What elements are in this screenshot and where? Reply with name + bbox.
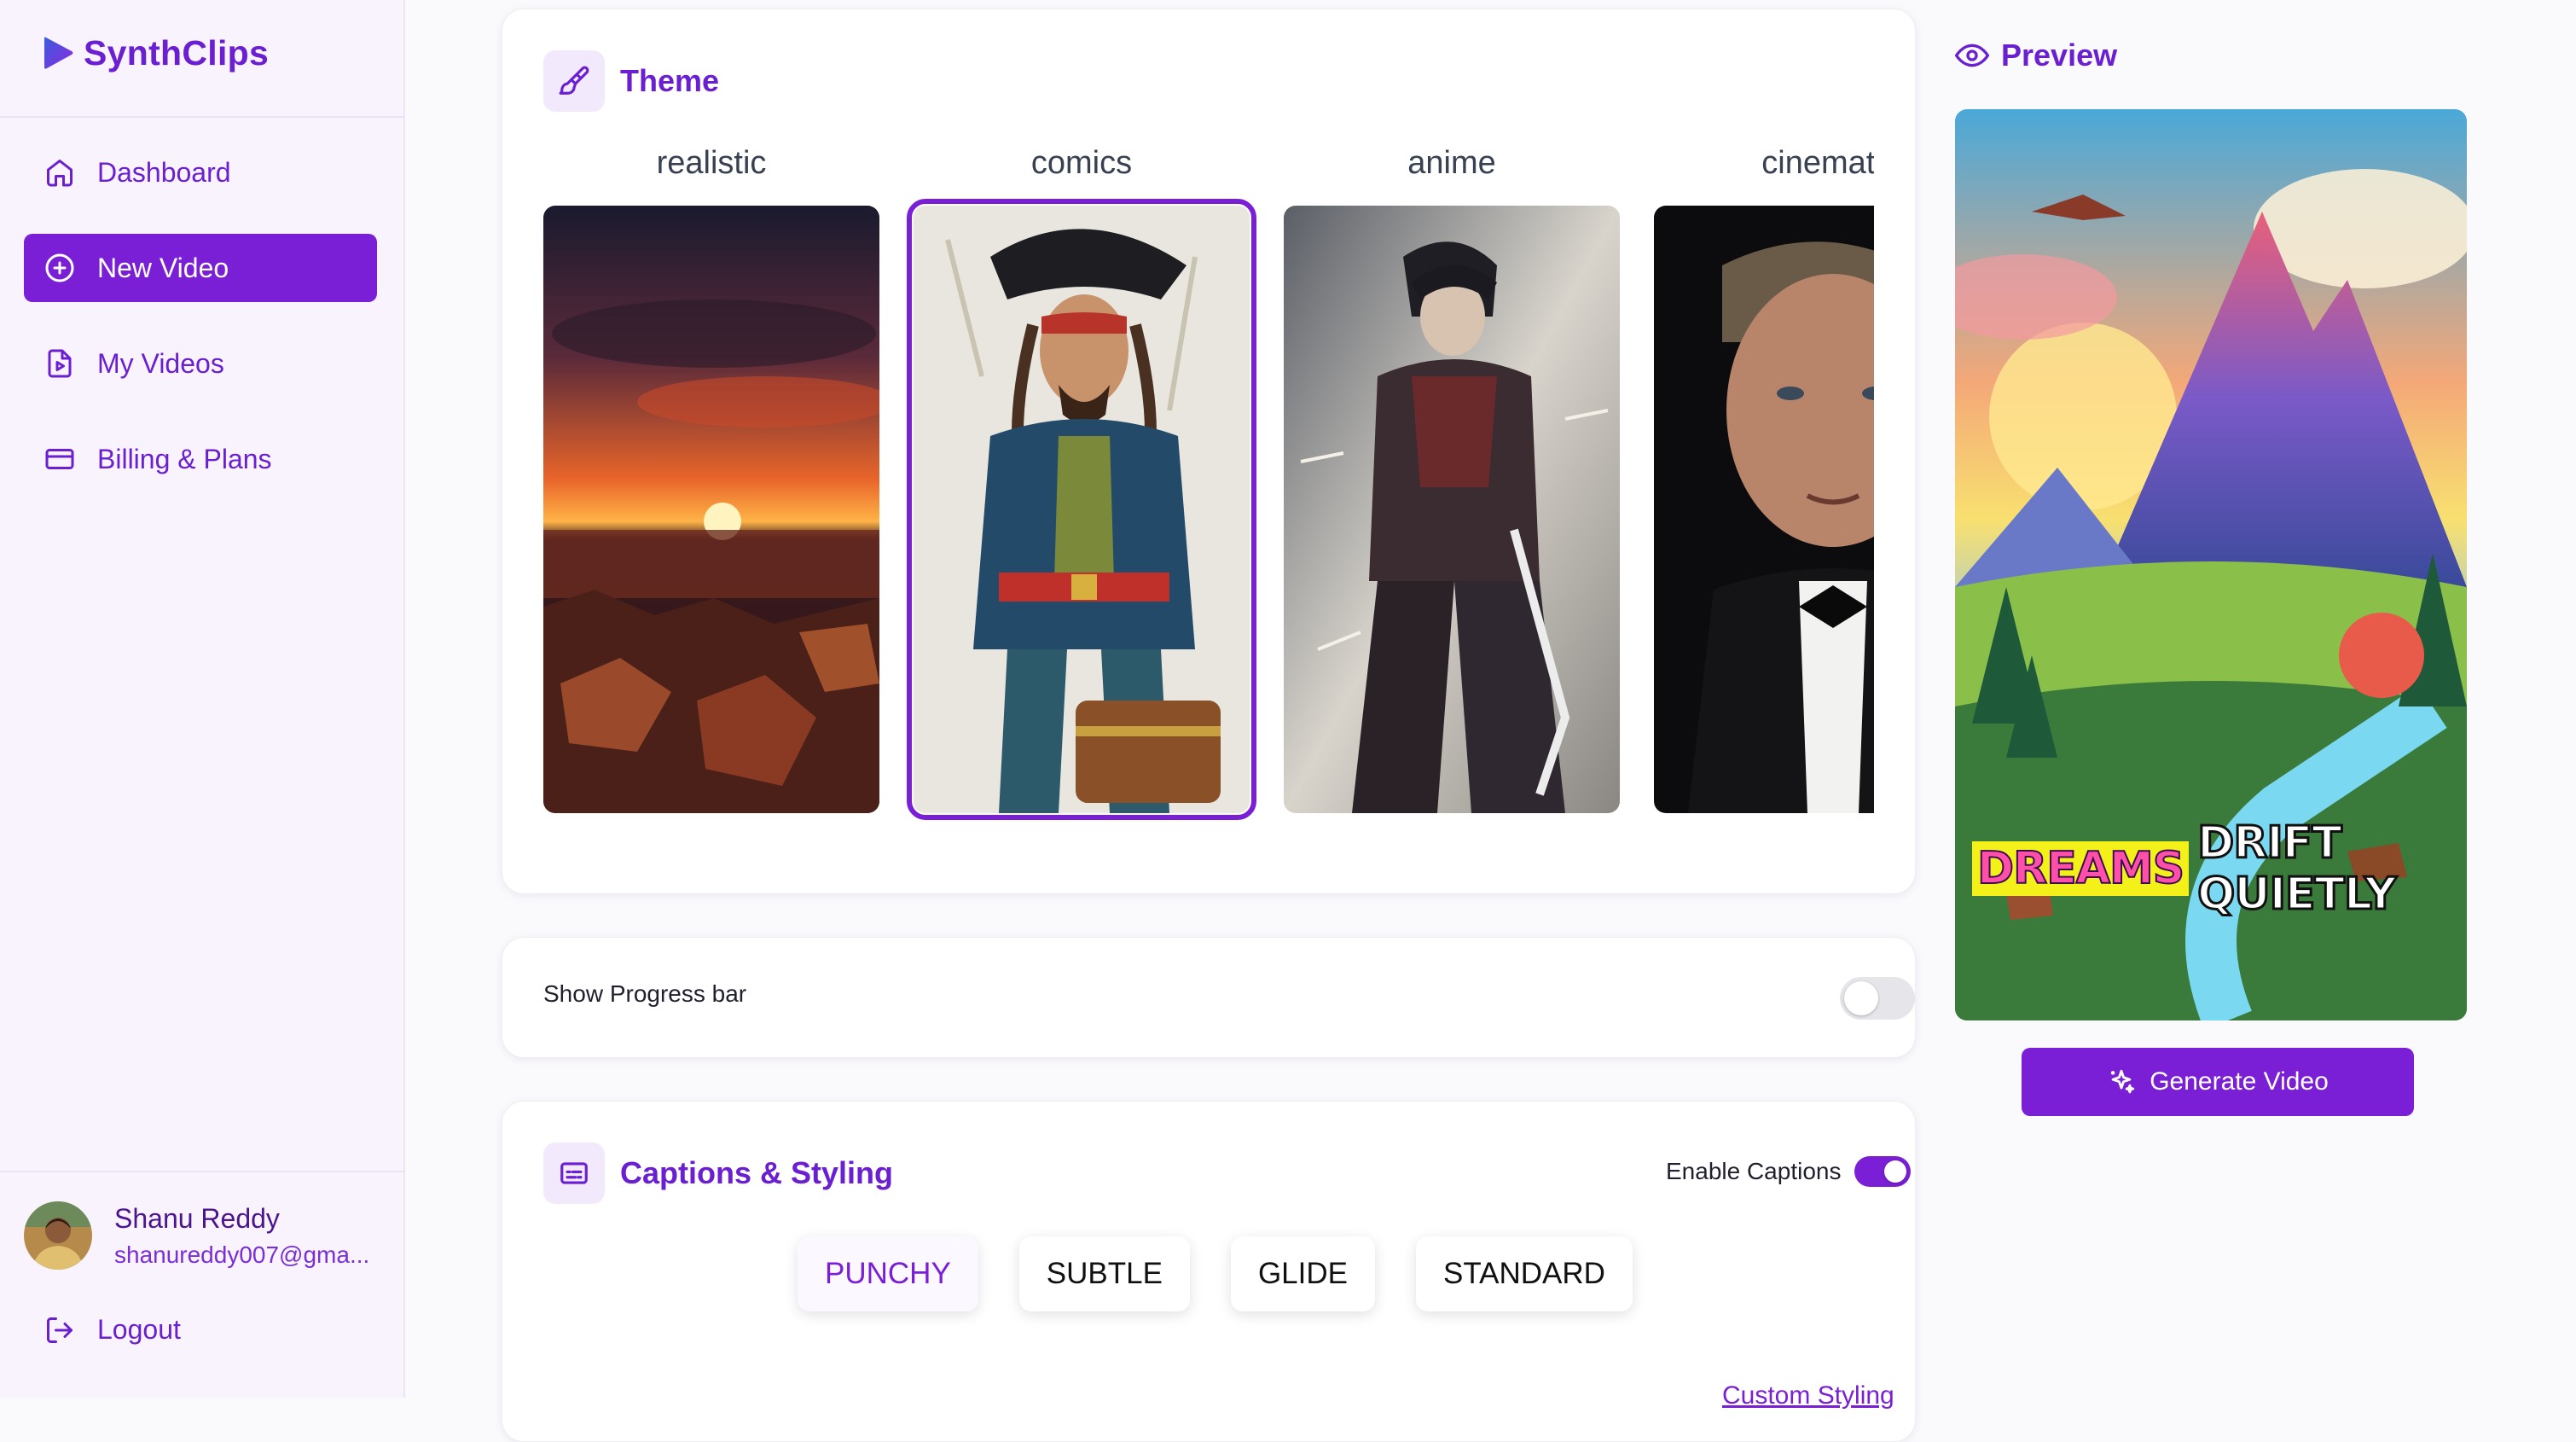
sidebar-item-label: My Videos: [97, 347, 224, 379]
style-button-subtle[interactable]: SUBTLE: [1018, 1236, 1190, 1311]
caption-text: DRIFT QUIETLY: [2196, 817, 2398, 922]
preview-header: Preview: [1955, 38, 2117, 73]
logout-icon: [47, 1317, 73, 1343]
sidebar: SynthClips Dashboard New Video My Videos…: [0, 0, 405, 1398]
sidebar-item-dashboard[interactable]: Dashboard: [24, 138, 377, 206]
theme-card: Theme realistic comics anime cinemati: [502, 9, 1916, 894]
sidebar-item-label: Dashboard: [97, 156, 231, 188]
sidebar-item-new-video[interactable]: New Video: [24, 234, 377, 302]
progress-bar-toggle[interactable]: [1840, 977, 1915, 1020]
generate-video-label: Generate Video: [2150, 1067, 2329, 1096]
sidebar-item-label: Billing & Plans: [97, 443, 272, 474]
caption-highlight-word: DREAMS: [1972, 841, 2190, 896]
captions-title: Captions & Styling: [620, 1155, 894, 1190]
theme-label: cinemati: [1761, 146, 1874, 181]
theme-thumbnail: [1654, 206, 1874, 813]
theme-title: Theme: [620, 63, 720, 98]
sidebar-item-billing[interactable]: Billing & Plans: [24, 425, 377, 493]
enable-captions: Enable Captions: [1666, 1156, 1912, 1187]
user-profile[interactable]: Shanu Reddy shanureddy007@gma...: [24, 1201, 369, 1270]
theme-header: Theme: [543, 50, 719, 112]
file-video-icon: [48, 349, 72, 378]
enable-captions-label: Enable Captions: [1666, 1158, 1842, 1184]
custom-styling-link[interactable]: Custom Styling: [1722, 1381, 1894, 1410]
theme-carousel[interactable]: realistic comics anime cinemati: [543, 146, 1874, 863]
paintbrush-icon: [543, 50, 605, 112]
toggle-knob: [1844, 981, 1878, 1015]
theme-option-anime[interactable]: anime: [1284, 146, 1620, 813]
logout-button[interactable]: Logout: [44, 1314, 181, 1346]
user-email: shanureddy007@gma...: [114, 1241, 370, 1268]
style-button-punchy[interactable]: PUNCHY: [798, 1236, 978, 1311]
avatar: [24, 1201, 92, 1270]
sidebar-divider: [0, 1171, 405, 1172]
theme-option-comics[interactable]: comics: [907, 146, 1256, 820]
captions-icon: [543, 1143, 605, 1204]
brand-logo[interactable]: SynthClips: [41, 31, 269, 75]
theme-thumbnail: [543, 206, 879, 813]
captions-card: Captions & Styling Enable Captions PUNCH…: [502, 1101, 1916, 1442]
page-gutter: [2521, 0, 2576, 1398]
captions-header: Captions & Styling: [543, 1143, 893, 1204]
plus-circle-icon: [45, 253, 74, 282]
logout-label: Logout: [97, 1314, 181, 1345]
preview-title: Preview: [2001, 38, 2118, 73]
progress-bar-card: Show Progress bar: [502, 937, 1916, 1058]
style-button-glide[interactable]: GLIDE: [1230, 1236, 1375, 1311]
toggle-knob: [1884, 1160, 1907, 1183]
style-button-standard[interactable]: STANDARD: [1416, 1236, 1633, 1311]
enable-captions-toggle[interactable]: [1854, 1156, 1912, 1187]
home-icon: [47, 160, 73, 187]
video-preview: DREAMS DRIFT QUIETLY: [1955, 109, 2467, 1020]
theme-thumbnail: [907, 199, 1256, 820]
main-content: Theme realistic comics anime cinemati Sh…: [461, 0, 2525, 1442]
sidebar-item-label: New Video: [97, 252, 229, 283]
sidebar-item-my-videos[interactable]: My Videos: [24, 329, 377, 398]
sidebar-divider: [0, 116, 405, 118]
theme-option-realistic[interactable]: realistic: [543, 146, 879, 813]
user-name: Shanu Reddy: [114, 1202, 280, 1234]
theme-label: anime: [1407, 146, 1496, 181]
play-logo-icon: [44, 37, 73, 69]
sparkles-icon: [2111, 1069, 2135, 1094]
theme-thumbnail: [1284, 206, 1620, 813]
theme-label: comics: [1030, 146, 1133, 181]
generate-video-button[interactable]: Generate Video: [2022, 1048, 2414, 1116]
credit-card-icon: [45, 449, 74, 469]
caption-overlay: DREAMS DRIFT QUIETLY: [1972, 817, 2467, 922]
sidebar-nav: Dashboard New Video My Videos Billing & …: [24, 138, 377, 520]
caption-style-options: PUNCHY SUBTLE GLIDE STANDARD: [798, 1236, 1633, 1311]
progress-bar-label: Show Progress bar: [543, 980, 747, 1007]
theme-option-cinematic[interactable]: cinemati: [1654, 146, 1874, 813]
theme-label: realistic: [656, 146, 767, 181]
brand-name: SynthClips: [84, 32, 270, 73]
eye-icon: [1955, 44, 1989, 67]
